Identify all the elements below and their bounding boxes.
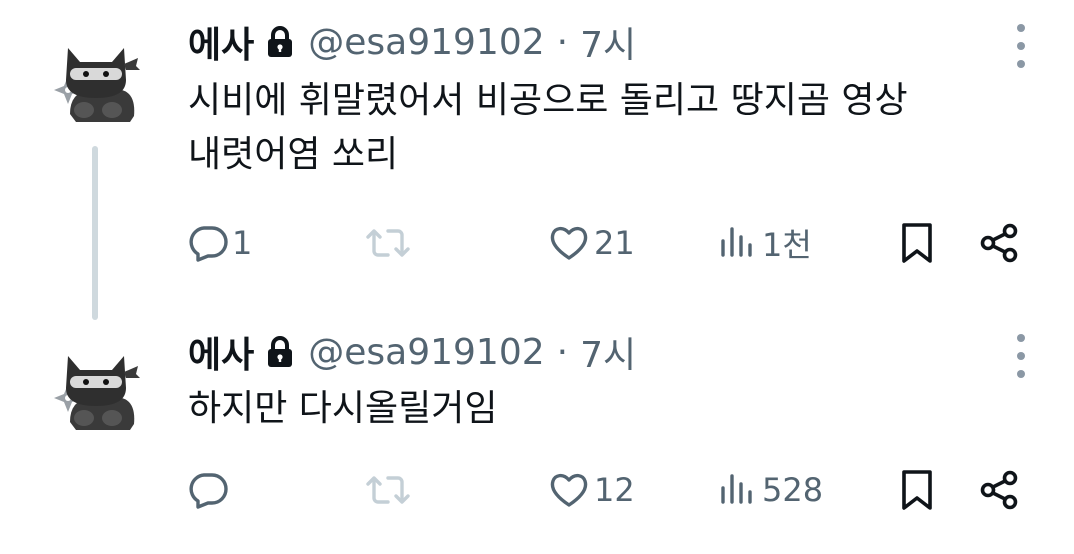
tweet[interactable]: 에사 @esa919102 · 7시 하지만 다시올릴거임 12 528 xyxy=(0,310,1074,554)
view-count: 1천 xyxy=(762,226,812,264)
tweet[interactable]: 에사 @esa919102 · 7시 시비에 휘말렸어서 비공으로 돌리고 땅지… xyxy=(0,0,1074,320)
tweet-text-line: 하지만 다시올릴거임 xyxy=(188,388,498,429)
timestamp[interactable]: 7시 xyxy=(580,16,636,68)
action-bar: 12 528 xyxy=(0,460,1074,520)
share-button[interactable] xyxy=(978,213,1022,273)
tweet-text: 하지만 다시올릴거임 xyxy=(188,382,1048,436)
reply-count: 1 xyxy=(232,224,253,262)
tweet-header: 에사 @esa919102 · 7시 xyxy=(188,330,636,377)
user-handle[interactable]: @esa919102 xyxy=(308,22,544,63)
like-count: 12 xyxy=(594,471,635,509)
heart-icon xyxy=(550,473,588,507)
view-count: 528 xyxy=(762,471,824,509)
retweet-button[interactable] xyxy=(364,460,412,520)
ninja-cat-avatar-icon xyxy=(54,356,140,430)
lock-icon xyxy=(266,336,294,368)
tweet-text-line: 내렷어염 쏘리 xyxy=(188,134,399,175)
action-bar: 1 21 1천 xyxy=(0,213,1074,273)
retweet-icon xyxy=(366,229,410,257)
timestamp[interactable]: 7시 xyxy=(580,326,636,378)
share-button[interactable] xyxy=(978,460,1022,520)
avatar[interactable] xyxy=(50,36,142,128)
like-button[interactable]: 21 xyxy=(548,213,635,273)
display-name[interactable]: 에사 xyxy=(188,326,254,378)
heart-icon xyxy=(550,226,588,260)
more-vertical-icon[interactable] xyxy=(1006,24,1036,68)
reply-button[interactable] xyxy=(188,460,232,520)
separator-dot: · xyxy=(556,21,569,63)
tweet-text: 시비에 휘말렸어서 비공으로 돌리고 땅지곰 영상 내렷어염 쏘리 xyxy=(188,74,1048,182)
retweet-button[interactable] xyxy=(364,213,412,273)
like-button[interactable]: 12 xyxy=(548,460,635,520)
reply-icon xyxy=(189,226,228,262)
user-handle[interactable]: @esa919102 xyxy=(308,332,544,373)
views-icon xyxy=(721,227,752,257)
bookmark-button[interactable] xyxy=(898,213,936,273)
like-count: 21 xyxy=(594,224,635,262)
more-vertical-icon[interactable] xyxy=(1006,334,1036,378)
separator-dot: · xyxy=(556,331,569,373)
display-name[interactable]: 에사 xyxy=(188,16,254,68)
bookmark-icon xyxy=(902,470,932,510)
retweet-icon xyxy=(366,476,410,504)
views-icon xyxy=(721,474,752,504)
reply-button[interactable]: 1 xyxy=(188,213,252,273)
tweet-text-line: 시비에 휘말렸어서 비공으로 돌리고 땅지곰 영상 xyxy=(188,80,908,121)
ninja-cat-avatar-icon xyxy=(54,48,140,122)
views-button[interactable]: 528 xyxy=(718,460,823,520)
bookmark-icon xyxy=(902,223,932,263)
avatar[interactable] xyxy=(50,344,142,436)
bookmark-button[interactable] xyxy=(898,460,936,520)
lock-icon xyxy=(266,26,294,58)
views-button[interactable]: 1천 xyxy=(718,213,812,273)
share-icon xyxy=(980,223,1018,263)
share-icon xyxy=(980,470,1018,510)
tweet-header: 에사 @esa919102 · 7시 xyxy=(188,20,636,67)
reply-icon xyxy=(189,473,228,509)
